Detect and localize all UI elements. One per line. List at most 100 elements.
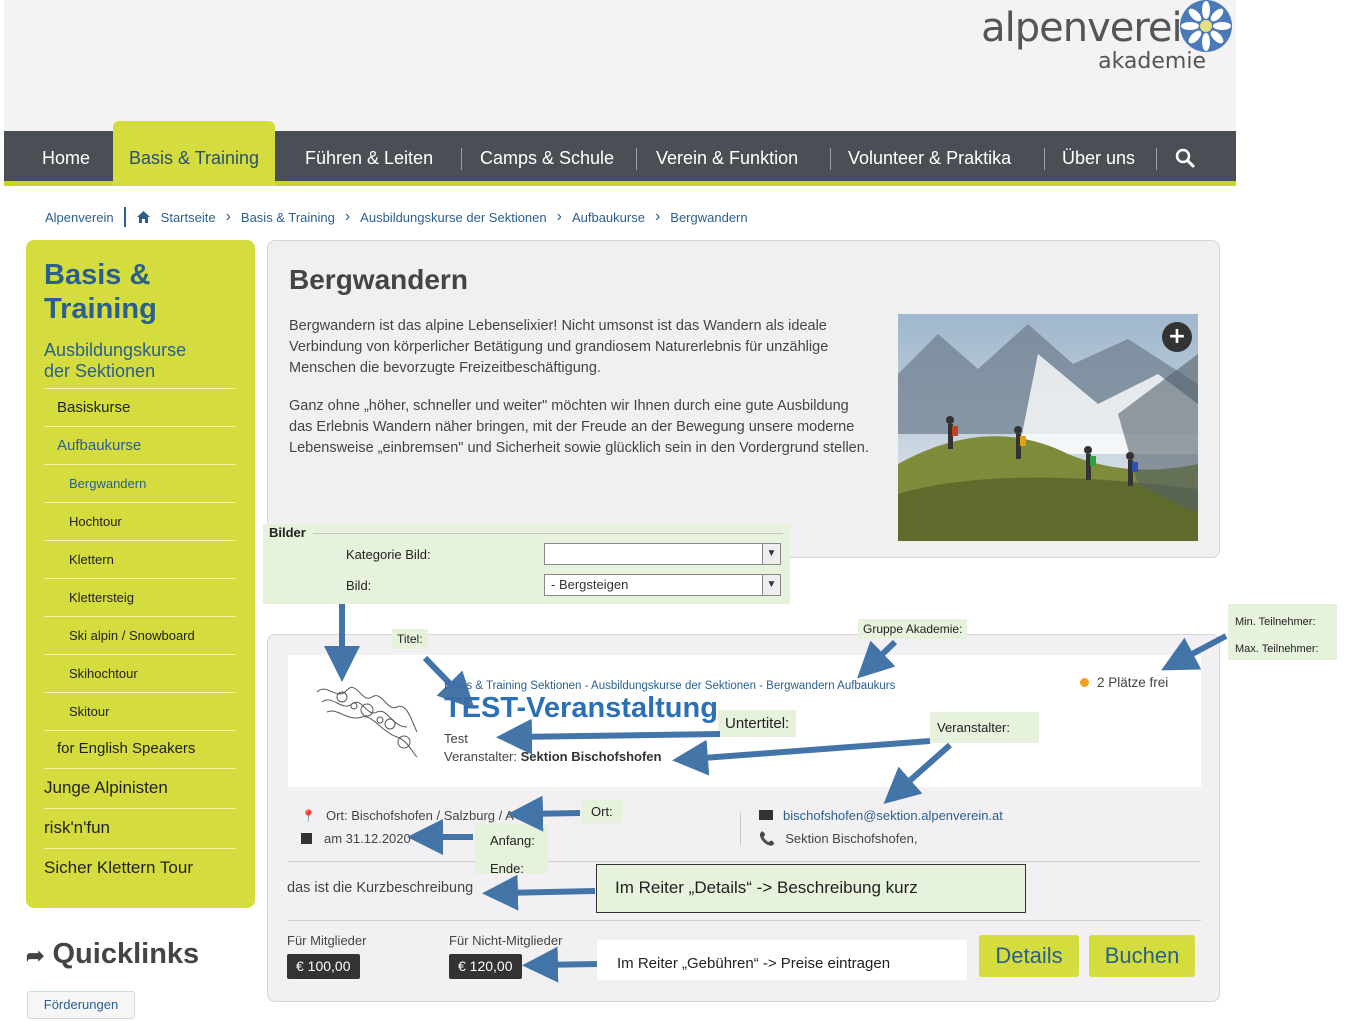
sidebar-item-label: Aufbaukurse <box>57 437 142 454</box>
nav-separator <box>1156 148 1157 170</box>
nav-separator <box>830 148 831 170</box>
sidebar-item-label: Basiskurse <box>57 399 131 416</box>
main-nav: Home Basis & Training Führen & Leiten Ca… <box>4 121 1236 186</box>
breadcrumb-item-current[interactable]: Bergwandern <box>670 210 747 225</box>
sidebar-item-skitour[interactable]: Skitour <box>44 692 236 730</box>
sidebar-item-label: Skitour <box>69 704 110 719</box>
envelope-icon <box>759 810 773 820</box>
event-short-description: das ist die Kurzbeschreibung <box>287 880 474 896</box>
sidebar-item-basiskurse[interactable]: Basiskurse <box>44 388 236 426</box>
sidebar-item-aufbaukurse[interactable]: Aufbaukurse <box>44 426 236 464</box>
phone-icon: 📞 <box>759 831 776 846</box>
buchen-button[interactable]: Buchen <box>1089 935 1195 977</box>
chevron-right-icon: › <box>654 208 661 225</box>
kategorie-bild-label: Kategorie Bild: <box>346 547 431 562</box>
edelweiss-icon <box>1180 0 1232 52</box>
sidebar-item-klettersteig[interactable]: Klettersteig <box>44 578 236 616</box>
sidebar-item-label: Skihochtour <box>69 666 138 681</box>
dropdown-arrow-icon: ▼ <box>762 544 780 564</box>
breadcrumb-item[interactable]: Startseite <box>161 210 216 225</box>
breadcrumb: Alpenverein Startseite › Basis & Trainin… <box>45 207 748 227</box>
chevron-right-icon: › <box>225 208 231 225</box>
arrow-share-icon: ➦ <box>26 943 45 968</box>
breadcrumb-item[interactable]: Ausbildungskurse der Sektionen <box>360 210 546 225</box>
event-category-path[interactable]: Basis & Training Sektionen - Ausbildungs… <box>444 680 895 692</box>
intro-paragraph: Ganz ohne „höher, schneller und weiter" … <box>289 398 869 456</box>
sidebar-item-klettern[interactable]: Klettern <box>44 540 236 578</box>
price-member-badge: € 100,00 <box>287 954 360 979</box>
annotation-titel: Titel: <box>392 629 428 649</box>
logo-sub-text: akademie <box>1098 49 1206 74</box>
search-icon[interactable] <box>1174 147 1196 169</box>
sidebar-item-hochtour[interactable]: Hochtour <box>44 502 236 540</box>
bild-value: - Bergsteigen <box>551 577 629 592</box>
annotation-anfang-text: Anfang: <box>490 833 535 848</box>
dropdown-arrow-icon: ▼ <box>762 575 780 595</box>
organizer-value: Sektion Bischofshofen <box>520 749 662 764</box>
kategorie-bild-select[interactable]: ▼ <box>544 543 781 565</box>
sidebar-item-english[interactable]: for English Speakers <box>44 730 236 768</box>
sidebar-item-label: risk'n'fun <box>44 818 111 837</box>
sidebar-item-label: Hochtour <box>69 514 122 529</box>
email-link[interactable]: bischofshofen@sektion.alpenverein.at <box>783 808 1003 823</box>
sidebar-title[interactable]: Basis & Training <box>44 258 184 326</box>
nav-fuehren-leiten[interactable]: Führen & Leiten <box>305 131 433 186</box>
event-subtitle: Test <box>444 731 468 746</box>
sidebar-item-label: Bergwandern <box>69 476 147 491</box>
event-date: am 31.12.2020 <box>301 831 411 846</box>
sidebar-item-label: for English Speakers <box>57 740 196 757</box>
available-places-text: 2 Plätze frei <box>1097 675 1169 690</box>
sidebar-item-label: Klettern <box>69 552 114 567</box>
breadcrumb-item[interactable]: Basis & Training <box>241 210 335 225</box>
annotation-ende-text: Ende: <box>490 861 524 876</box>
event-phone: 📞 Sektion Bischofshofen, <box>759 831 917 847</box>
info-divider <box>740 813 741 845</box>
map-pin-icon: 📍 <box>301 809 316 823</box>
nav-volunteer-praktika[interactable]: Volunteer & Praktika <box>848 131 1011 186</box>
breadcrumb-root[interactable]: Alpenverein <box>45 210 114 225</box>
nav-separator <box>636 148 637 170</box>
page: alpenverein akademie Home Basis & Traini… <box>0 0 1347 1021</box>
date-text: am 31.12.2020 <box>324 831 411 846</box>
event-organizer: Veranstalter: Sektion Bischofshofen <box>444 749 661 764</box>
sidebar-item-ski-alpin[interactable]: Ski alpin / Snowboard <box>44 616 236 654</box>
nav-separator <box>1044 148 1045 170</box>
annotation-veranstalter: Veranstalter: <box>930 712 1039 743</box>
bild-label: Bild: <box>346 578 372 593</box>
details-button[interactable]: Details <box>979 935 1079 977</box>
sidebar: Basis & Training Ausbildungskurse der Se… <box>26 240 255 908</box>
event-email[interactable]: bischofshofen@sektion.alpenverein.at <box>759 808 1003 823</box>
quicklinks-title: Quicklinks <box>52 938 200 970</box>
sidebar-item-label: Junge Alpinisten <box>44 778 168 797</box>
nav-camps-schule[interactable]: Camps & Schule <box>480 131 614 186</box>
annotation-anfang-ende: Anfang: Ende: <box>475 824 548 876</box>
event-title[interactable]: TEST-Veranstaltung <box>444 692 718 725</box>
chevron-right-icon: › <box>344 208 351 225</box>
nav-verein-funktion[interactable]: Verein & Funktion <box>656 131 798 186</box>
nav-ueber-uns[interactable]: Über uns <box>1062 131 1135 186</box>
nav-basis-training[interactable]: Basis & Training <box>113 121 276 186</box>
phone-text: Sektion Bischofshofen, <box>785 831 918 846</box>
sidebar-item-label: Sicher Klettern Tour <box>44 858 193 877</box>
sidebar-subtitle[interactable]: Ausbildungskurse der Sektionen <box>44 340 214 382</box>
sidebar-item-junge-alpinisten[interactable]: Junge Alpinisten <box>44 768 236 808</box>
divider <box>288 920 1201 921</box>
nav-home[interactable]: Home <box>42 131 90 186</box>
sidebar-item-risk-n-fun[interactable]: risk'n'fun <box>44 808 236 848</box>
sidebar-item-bergwandern[interactable]: Bergwandern <box>44 464 236 502</box>
zoom-plus-button[interactable]: + <box>1162 322 1192 352</box>
home-icon[interactable] <box>136 210 151 224</box>
sidebar-item-skihochtour[interactable]: Skihochtour <box>44 654 236 692</box>
logo[interactable]: alpenverein akademie <box>981 0 1232 76</box>
sidebar-item-label: Klettersteig <box>69 590 135 605</box>
bilder-title: Bilder <box>269 525 306 540</box>
bild-select[interactable]: - Bergsteigen ▼ <box>544 574 781 596</box>
hikers-photo[interactable]: + <box>898 314 1198 541</box>
breadcrumb-item[interactable]: Aufbaukurse <box>572 210 645 225</box>
annotation-teilnehmer: Min. Teilnehmer: Max. Teilnehmer: <box>1228 604 1337 660</box>
location-text: Ort: Bischofshofen / Salzburg / A <box>325 808 514 823</box>
calendar-icon <box>301 833 312 844</box>
sidebar-item-sicher-klettern[interactable]: Sicher Klettern Tour <box>44 848 236 888</box>
page-title: Bergwandern <box>289 264 468 295</box>
foerderungen-button[interactable]: Förderungen <box>27 991 135 1019</box>
